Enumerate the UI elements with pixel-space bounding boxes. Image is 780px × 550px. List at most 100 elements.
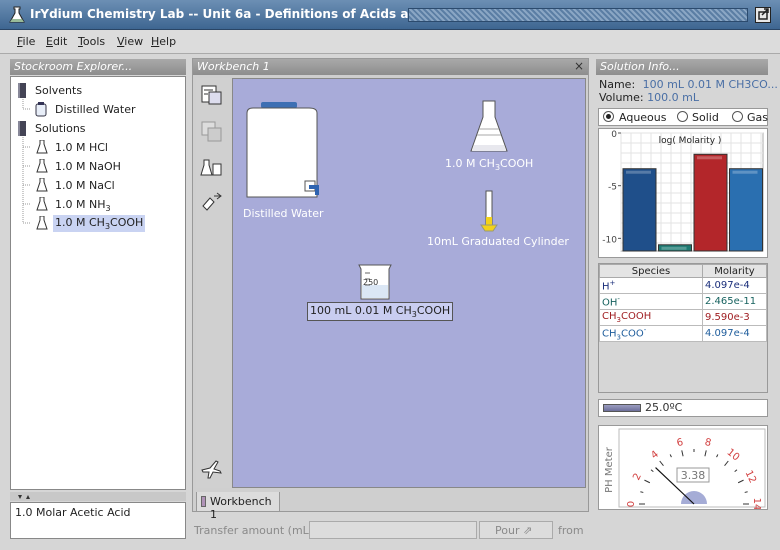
- tree-node-solvents[interactable]: Solvents: [11, 82, 181, 100]
- flask-icon: [36, 159, 48, 173]
- bar-highlight: [732, 170, 758, 174]
- molarity-cell: 9.590e-3: [702, 309, 767, 326]
- empty-row: [599, 373, 767, 390]
- radio-gas[interactable]: [732, 111, 743, 122]
- menu-view[interactable]: View: [117, 35, 143, 48]
- distilled-water-carboy[interactable]: [239, 99, 323, 207]
- workbench-tab-icon: [201, 496, 206, 507]
- thermometer-bar: [603, 404, 641, 412]
- bar-highlight: [661, 246, 687, 250]
- splitter[interactable]: [10, 492, 186, 501]
- window-title: IrYdium Chemistry Lab -- Unit 6a - Defin…: [30, 7, 470, 21]
- glassware-icon[interactable]: [200, 156, 224, 178]
- empty-row: [599, 357, 767, 374]
- y-tick-label: -10: [602, 235, 617, 245]
- tree-item-distilled-water[interactable]: Distilled Water: [11, 101, 181, 119]
- solution-volume-value: 100.0 mL: [647, 91, 699, 104]
- solution-name-row: Name: 100 mL 0.01 M CH3CO...: [599, 78, 778, 91]
- distilled-water-label: Distilled Water: [243, 207, 324, 220]
- tree-label-ch3cooh: 1.0 M CH3COOH: [53, 215, 146, 232]
- maximize-button[interactable]: [755, 7, 771, 23]
- airplane-icon[interactable]: [200, 458, 224, 480]
- pour-button[interactable]: Pour ⇗: [479, 521, 553, 539]
- stockroom-tree: Solvents Distilled Water Solutions 1.0 M…: [10, 76, 186, 490]
- pour-tool-icon[interactable]: [200, 192, 224, 214]
- molarity-chart-svg: 0 -5 -10 log( Molarity ): [602, 130, 764, 252]
- species-cell: CH3COOH: [599, 309, 703, 326]
- item-description: 1.0 Molar Acetic Acid: [10, 502, 186, 539]
- radio-gas-label: Gas: [747, 111, 768, 124]
- bar-H+: [622, 168, 657, 252]
- book-icon: [18, 83, 26, 98]
- species-header[interactable]: Species: [599, 264, 703, 278]
- book-icon: [18, 121, 26, 136]
- tree-label-nacl: 1.0 M NaCl: [55, 179, 115, 192]
- paste-icon[interactable]: [200, 84, 224, 106]
- workbench-title: Workbench 1: [193, 59, 588, 75]
- radio-solid-label: Solid: [692, 111, 719, 124]
- table-row[interactable]: CH3COOH 9.590e-3: [599, 309, 767, 326]
- tree-item-naoh[interactable]: 1.0 M NaOH: [11, 158, 181, 176]
- transfer-amount-input[interactable]: [309, 521, 477, 539]
- beaker-volume-mark: 250: [363, 278, 379, 287]
- y-tick-label: -5: [608, 183, 617, 193]
- molarity-cell: 4.097e-4: [702, 277, 767, 294]
- tree-item-nacl[interactable]: 1.0 M NaCl: [11, 177, 181, 195]
- flask-icon: [36, 178, 48, 192]
- transfer-amount-label: Transfer amount (mL):: [194, 524, 317, 537]
- solution-info-title: Solution Info...: [596, 59, 768, 75]
- table-row[interactable]: CH3COO- 4.097e-4: [599, 324, 767, 343]
- table-row[interactable]: H+ 4.097e-4: [599, 277, 767, 294]
- ph-meter: PH Meter 0 2 4 6 8 10 12 14 3.38: [598, 425, 768, 510]
- workbench-toolbar: [196, 78, 230, 488]
- menu-file[interactable]: File: [17, 35, 35, 48]
- molarity-chart: 0 -5 -10 log( Molarity ): [598, 128, 768, 258]
- gauge-scale-label: 14: [751, 498, 762, 509]
- graduated-cylinder[interactable]: [479, 189, 499, 235]
- tree-item-nh3[interactable]: 1.0 M NH3: [11, 196, 181, 214]
- molarity-cell: 4.097e-4: [702, 324, 767, 343]
- species-cell: H+: [599, 277, 703, 294]
- tab-workbench-1[interactable]: Workbench 1: [196, 492, 280, 521]
- menu-help[interactable]: Help: [151, 35, 176, 48]
- menu-tools[interactable]: Tools: [78, 35, 105, 48]
- tree-item-hcl[interactable]: 1.0 M HCl: [11, 139, 181, 157]
- copy-icon-disabled[interactable]: [200, 120, 224, 142]
- bar-highlight: [697, 156, 722, 160]
- solution-volume-row: Volume: 100.0 mL: [599, 91, 699, 104]
- radio-solid[interactable]: [677, 111, 688, 122]
- species-cell: OH-: [599, 293, 703, 310]
- splitter-arrows-icon: [18, 495, 30, 499]
- phase-selector: Aqueous Solid Gas: [598, 108, 768, 126]
- menu-edit[interactable]: Edit: [46, 35, 67, 48]
- gauge-scale-label: 0: [626, 501, 637, 507]
- tree-item-ch3cooh[interactable]: 1.0 M CH3COOH: [11, 215, 181, 233]
- close-workbench-icon[interactable]: ×: [574, 59, 584, 73]
- chart-title: log( Molarity ): [659, 136, 722, 146]
- from-label: from: [558, 524, 584, 537]
- molarity-header[interactable]: Molarity: [702, 264, 767, 278]
- radio-aqueous-label: Aqueous: [619, 111, 667, 124]
- tree-label-nh3: 1.0 M NH3: [55, 198, 111, 214]
- ph-reading: 3.38: [681, 469, 706, 482]
- beaker-label[interactable]: 100 mL 0.01 M CH3COOH: [307, 302, 454, 322]
- molarity-cell: 2.465e-11: [702, 293, 767, 310]
- bar-CH3COO-: [729, 168, 763, 252]
- y-tick-label: 0: [611, 130, 617, 140]
- erlenmeyer-flask[interactable]: [469, 99, 509, 155]
- flask-icon: [36, 140, 48, 154]
- temperature-display: 25.0ºC: [598, 399, 768, 417]
- tree-node-solutions[interactable]: Solutions: [11, 120, 181, 138]
- flask-icon: [36, 197, 48, 211]
- maximize-icon: [758, 8, 769, 20]
- table-row[interactable]: OH- 2.465e-11: [599, 293, 767, 310]
- ph-meter-gauge: PH Meter0246 81012143.38: [604, 428, 766, 510]
- radio-aqueous[interactable]: [603, 111, 614, 122]
- menu-bar: File Edit Tools View Help: [0, 30, 780, 54]
- water-bottle-icon: [35, 102, 47, 117]
- tree-label-solutions: Solutions: [35, 122, 86, 135]
- workbench-canvas[interactable]: Distilled Water 1.0 M CH3COOH 10mL Gradu…: [232, 78, 586, 488]
- flask-icon: [36, 216, 48, 230]
- flask-label: 1.0 M CH3COOH: [445, 157, 534, 173]
- title-bar-drag-area: [408, 8, 748, 22]
